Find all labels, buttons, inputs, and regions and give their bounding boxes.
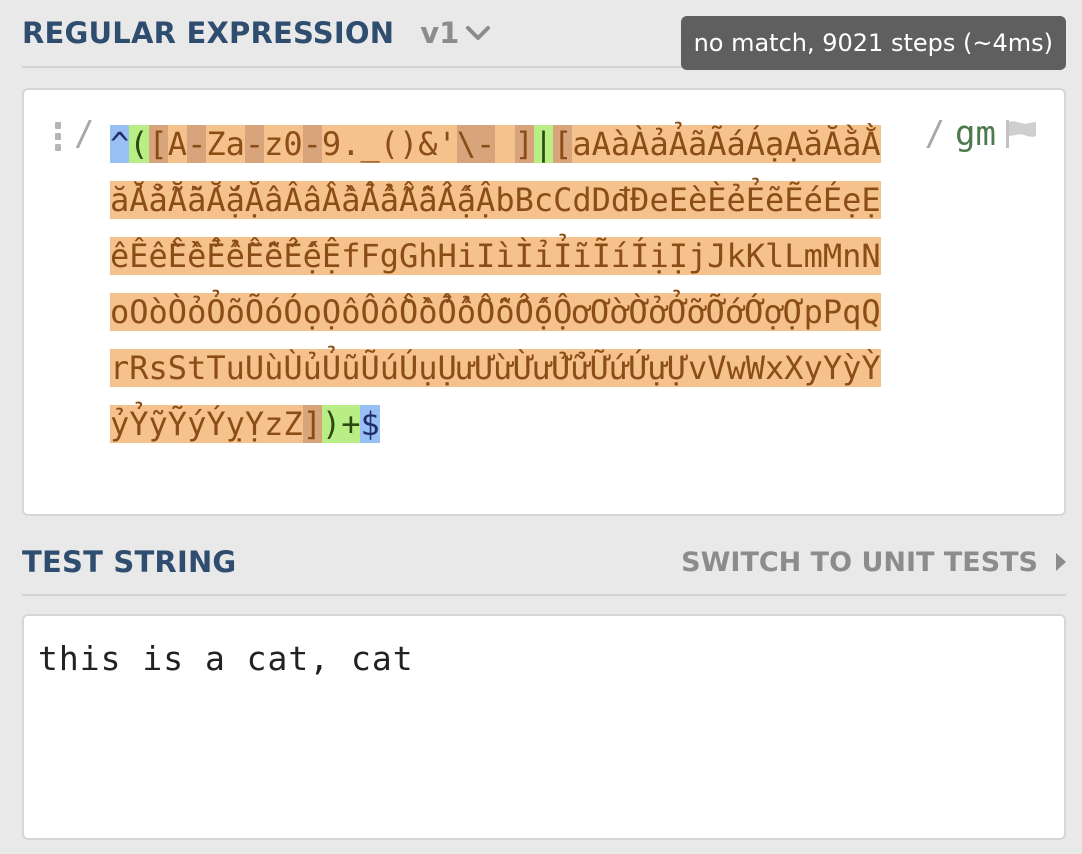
regex-token-range: - <box>244 125 265 163</box>
match-status-badge: no match, 9021 steps (~4ms) <box>680 16 1066 70</box>
regex-token-range: ] <box>514 125 534 163</box>
version-dropdown[interactable]: v1 <box>420 16 491 50</box>
regex-open-delimiter: / <box>74 114 95 154</box>
regex-pattern[interactable]: ^([A-Za-z0-9._()&'\- ]|[aAàÀảẢãÃáÁạẠăĂằẰ… <box>110 116 890 452</box>
regex-token-group: + <box>341 405 361 443</box>
regex-token-set <box>495 125 515 163</box>
test-string-panel <box>22 614 1066 840</box>
regex-close-delimiter: / <box>924 114 946 154</box>
switch-to-unit-tests-label: SWITCH TO UNIT TESTS <box>681 546 1038 578</box>
regex-token-group: ) <box>321 405 342 443</box>
regex-token-set: aAàÀảẢãÃáÁạẠăĂằẰẳẲẵẴắẮặẶâÂầẦẩẨẫẪấẤậẬbBcC… <box>110 125 881 443</box>
regex-flags: / gm <box>925 114 1038 154</box>
regex-token-set: A <box>167 125 188 163</box>
regex-token-anchor: $ <box>360 405 380 443</box>
regex-token-group: ( <box>129 125 149 163</box>
regex-editor[interactable]: / ^([A-Za-z0-9._()&'\- ]|[aAàÀảẢãÃáÁạẠăĂ… <box>22 88 1066 516</box>
test-section-header: TEST STRING SWITCH TO UNIT TESTS <box>22 530 1066 596</box>
regex-token-range: ] <box>302 405 322 443</box>
regex-token-range: - <box>302 125 322 163</box>
regex-token-set: z0 <box>264 125 303 163</box>
chevron-right-icon <box>1056 553 1066 571</box>
regex-token-set: Za <box>206 125 245 163</box>
test-section-title: TEST STRING <box>22 545 237 579</box>
chevron-down-icon <box>466 26 491 40</box>
regex-section-title: REGULAR EXPRESSION <box>22 16 395 50</box>
test-string-input[interactable] <box>38 636 1038 826</box>
drag-handle-icon[interactable] <box>54 122 62 152</box>
flag-icon[interactable] <box>1004 119 1038 149</box>
regex-token-alt: | <box>533 125 554 163</box>
regex-token-range: [ <box>553 125 573 163</box>
regex-token-range: - <box>187 125 207 163</box>
version-label: v1 <box>420 16 460 50</box>
regex-token-range: [ <box>148 125 168 163</box>
regex-token-set: 9._()&' <box>321 125 457 163</box>
regex-token-range: \- <box>456 125 496 163</box>
regex-token-anchor: ^ <box>110 125 130 163</box>
flags-button[interactable]: gm <box>955 114 996 154</box>
switch-to-unit-tests-button[interactable]: SWITCH TO UNIT TESTS <box>681 547 1066 578</box>
